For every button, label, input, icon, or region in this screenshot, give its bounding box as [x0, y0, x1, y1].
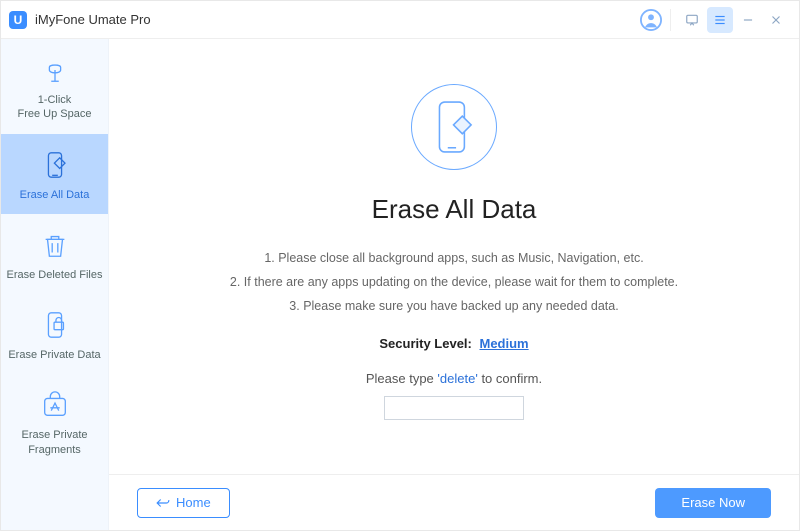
sidebar-item-label: 1-Click Free Up Space	[5, 93, 104, 122]
trash-icon	[40, 230, 70, 260]
instruction-3: 3. Please make sure you have backed up a…	[230, 295, 678, 319]
erase-now-button[interactable]: Erase Now	[655, 488, 771, 518]
sidebar-item-free-up-space[interactable]: 1-Click Free Up Space	[1, 39, 108, 134]
sidebar-item-erase-deleted-files[interactable]: Erase Deleted Files	[1, 214, 108, 294]
sidebar-item-label: Erase Private Fragments	[5, 428, 104, 457]
main-panel: Erase All Data 1. Please close all backg…	[109, 39, 799, 530]
app-logo: U	[9, 11, 27, 29]
app-store-icon	[40, 390, 70, 420]
menu-icon[interactable]	[707, 7, 733, 33]
sidebar-item-label: Erase Private Data	[5, 348, 104, 362]
security-level-link[interactable]: Medium	[480, 336, 529, 351]
erase-phone-icon	[40, 150, 70, 180]
confirm-input[interactable]	[384, 396, 524, 420]
plunger-icon	[40, 55, 70, 85]
security-level-label: Security Level:	[379, 336, 472, 351]
erase-now-label: Erase Now	[681, 495, 745, 510]
feedback-icon[interactable]	[679, 7, 705, 33]
confirm-keyword: 'delete'	[437, 371, 477, 386]
erase-phone-hero-icon	[433, 100, 475, 154]
sidebar-item-label: Erase All Data	[5, 188, 104, 202]
hero-icon-circle	[411, 84, 497, 170]
footer: Home Erase Now	[109, 474, 799, 530]
titlebar: U iMyFone Umate Pro	[1, 1, 799, 39]
instructions: 1. Please close all background apps, suc…	[230, 247, 678, 318]
minimize-button[interactable]	[735, 7, 761, 33]
sidebar-item-erase-private-fragments[interactable]: Erase Private Fragments	[1, 374, 108, 469]
titlebar-separator	[670, 9, 671, 31]
close-button[interactable]	[763, 7, 789, 33]
sidebar-item-erase-all-data[interactable]: Erase All Data	[1, 134, 108, 214]
private-phone-icon	[40, 310, 70, 340]
sidebar-item-erase-private-data[interactable]: Erase Private Data	[1, 294, 108, 374]
page-title: Erase All Data	[372, 194, 537, 225]
home-button-label: Home	[176, 495, 211, 510]
confirm-instruction: Please type 'delete' to confirm.	[366, 371, 542, 386]
security-level-row: Security Level: Medium	[379, 336, 528, 351]
home-button[interactable]: Home	[137, 488, 230, 518]
app-title: iMyFone Umate Pro	[35, 12, 151, 27]
instruction-1: 1. Please close all background apps, suc…	[230, 247, 678, 271]
account-icon[interactable]	[638, 7, 664, 33]
instruction-2: 2. If there are any apps updating on the…	[230, 271, 678, 295]
sidebar-item-label: Erase Deleted Files	[5, 268, 104, 282]
back-arrow-icon	[156, 497, 170, 509]
sidebar: 1-Click Free Up Space Erase All Data Era…	[1, 39, 109, 530]
